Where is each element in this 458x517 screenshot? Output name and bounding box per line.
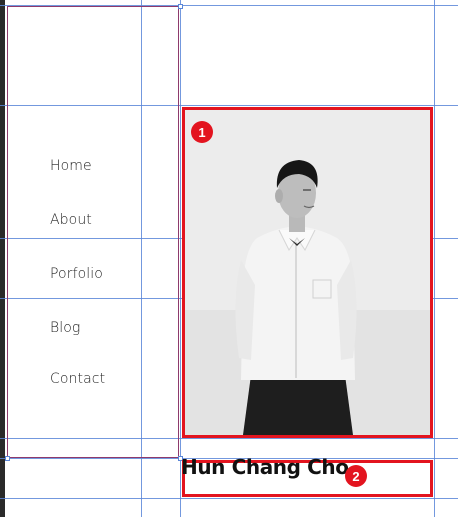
resize-handle[interactable]: [5, 456, 10, 461]
nav-item-portfolio[interactable]: Porfolio: [50, 266, 103, 282]
nav-item-home[interactable]: Home: [50, 158, 92, 174]
canvas-edge: [0, 0, 5, 517]
nav-item-about[interactable]: About: [50, 212, 92, 228]
annotation-badge-2: 2: [345, 465, 367, 487]
layout-guide-vertical: [434, 0, 435, 517]
layout-guide-vertical: [180, 0, 181, 517]
profile-name: Hun Chang Cho: [181, 455, 349, 479]
resize-handle[interactable]: [178, 4, 183, 9]
navigation-frame[interactable]: [7, 6, 179, 458]
layout-guide-horizontal: [0, 498, 458, 499]
profile-photo[interactable]: [182, 107, 433, 438]
nav-item-blog[interactable]: Blog: [50, 320, 80, 336]
person-illustration: [185, 110, 430, 435]
annotation-badge-1: 1: [191, 121, 213, 143]
nav-item-contact[interactable]: Contact: [50, 371, 105, 387]
